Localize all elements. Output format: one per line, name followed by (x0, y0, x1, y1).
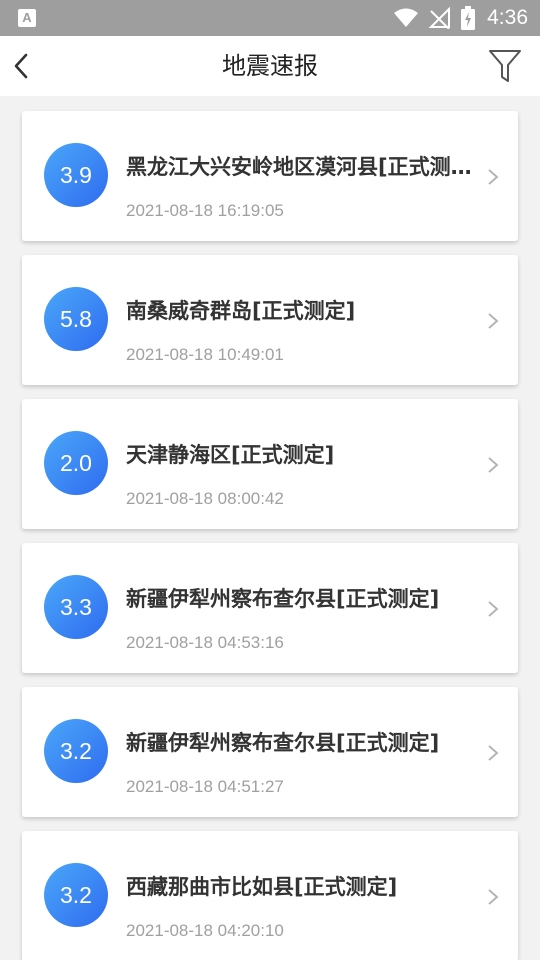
earthquake-location: 天津静海区[正式测定] (126, 443, 335, 467)
back-arrow-icon (14, 53, 28, 79)
status-time: 4:36 (487, 6, 528, 29)
chevron-right-icon (488, 169, 499, 185)
chevron-right-icon (488, 889, 499, 905)
earthquake-time: 2021-08-18 04:51:27 (126, 777, 284, 796)
magnitude-badge: 3.2 (44, 863, 108, 927)
status-icons: 4:36 (393, 0, 528, 36)
earthquake-card[interactable]: 3.2 新疆伊犁州察布查尔县[正式测定] 2021-08-18 04:51:27 (22, 687, 518, 817)
chevron-right-icon (488, 313, 499, 329)
filter-icon (489, 50, 521, 82)
earthquake-location: 西藏那曲市比如县[正式测定] (126, 875, 398, 899)
earthquake-time: 2021-08-18 10:49:01 (126, 345, 284, 364)
earthquake-location: 黑龙江大兴安岭地区漠河县[正式测定] (126, 155, 478, 179)
app-header: 地震速报 (0, 36, 540, 96)
back-button[interactable] (6, 44, 50, 88)
earthquake-card[interactable]: 3.9 黑龙江大兴安岭地区漠河县[正式测定] 2021-08-18 16:19:… (22, 111, 518, 241)
magnitude-badge: 3.2 (44, 719, 108, 783)
earthquake-card[interactable]: 3.2 西藏那曲市比如县[正式测定] 2021-08-18 04:20:10 (22, 831, 518, 960)
magnitude-badge: 3.3 (44, 575, 108, 639)
earthquake-location: 新疆伊犁州察布查尔县[正式测定] (126, 731, 440, 755)
earthquake-time: 2021-08-18 04:20:10 (126, 921, 284, 940)
earthquake-time: 2021-08-18 16:19:05 (126, 201, 284, 220)
chevron-right-icon (488, 457, 499, 473)
earthquake-card[interactable]: 2.0 天津静海区[正式测定] 2021-08-18 08:00:42 (22, 399, 518, 529)
earthquake-time: 2021-08-18 04:53:16 (126, 633, 284, 652)
earthquake-location: 南桑威奇群岛[正式测定] (126, 299, 356, 323)
filter-button[interactable] (488, 48, 522, 84)
battery-charging-icon (461, 6, 476, 30)
wifi-icon (394, 8, 419, 27)
chevron-right-icon (488, 601, 499, 617)
magnitude-badge: 3.9 (44, 143, 108, 207)
earthquake-time: 2021-08-18 08:00:42 (126, 489, 284, 508)
no-signal-icon (428, 7, 451, 29)
earthquake-location: 新疆伊犁州察布查尔县[正式测定] (126, 587, 440, 611)
earthquake-card[interactable]: 5.8 南桑威奇群岛[正式测定] 2021-08-18 10:49:01 (22, 255, 518, 385)
chevron-right-icon (488, 745, 499, 761)
app-notification-icon: A (18, 9, 36, 27)
earthquake-list[interactable]: 3.9 黑龙江大兴安岭地区漠河县[正式测定] 2021-08-18 16:19:… (0, 96, 540, 960)
earthquake-card[interactable]: 3.3 新疆伊犁州察布查尔县[正式测定] 2021-08-18 04:53:16 (22, 543, 518, 673)
page-title: 地震速报 (222, 52, 318, 80)
magnitude-badge: 5.8 (44, 287, 108, 351)
magnitude-badge: 2.0 (44, 431, 108, 495)
status-bar: A 4:36 (0, 0, 540, 36)
